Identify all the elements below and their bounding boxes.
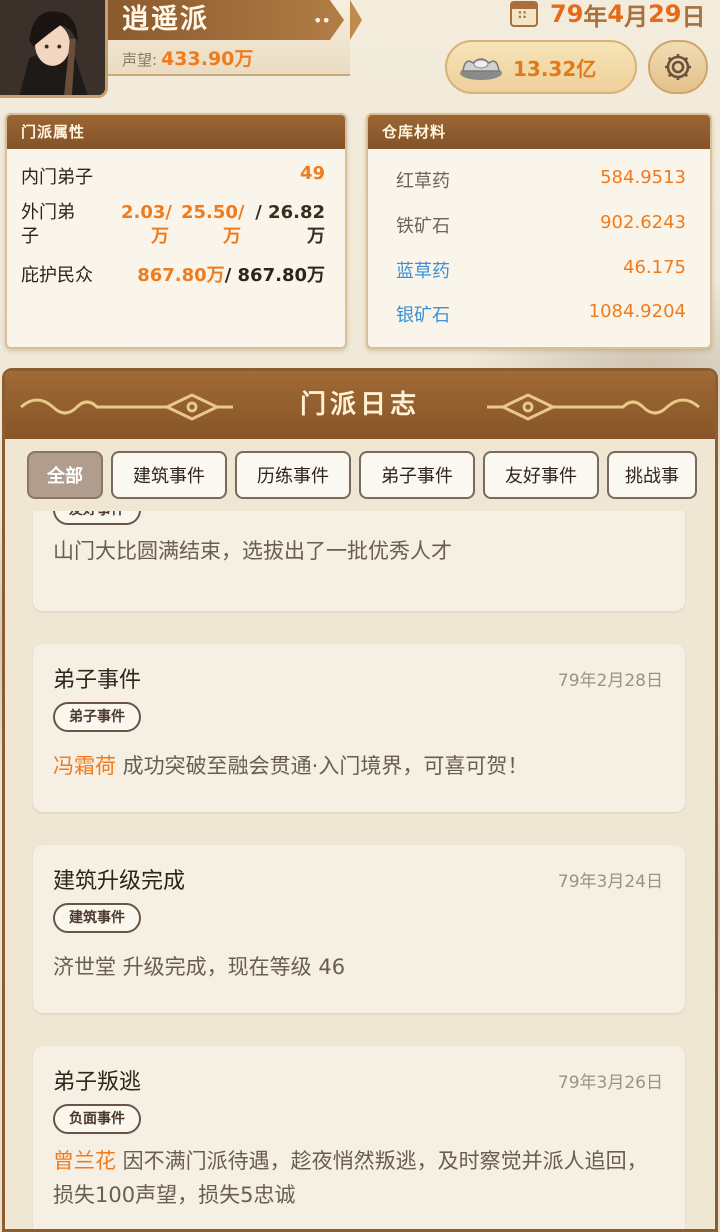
prestige: 声望: 433.90万 bbox=[122, 44, 253, 71]
material-row[interactable]: 蓝草药 46.175 bbox=[396, 257, 686, 283]
tab-friendly-events[interactable]: 友好事件 bbox=[483, 451, 599, 499]
tab-building-events[interactable]: 建筑事件 bbox=[111, 451, 227, 499]
protected-people-values: 867.80万/ 867.80万 bbox=[137, 261, 325, 287]
journal-header: 门派日志 bbox=[5, 371, 715, 439]
inner-disciples-row: 内门弟子 49 bbox=[21, 163, 325, 189]
date-month: 4 bbox=[607, 0, 625, 28]
prestige-label: 声望: bbox=[122, 51, 158, 69]
material-row[interactable]: 铁矿石 902.6243 bbox=[396, 212, 686, 238]
event-badge: 弟子事件 bbox=[53, 702, 141, 732]
journal-entry[interactable]: 弟子事件 79年2月28日 弟子事件 冯霜荷 成功突破至融会贯通·入门境界，可喜… bbox=[33, 644, 685, 812]
calendar-icon[interactable] bbox=[510, 1, 538, 27]
entry-text-body: 因不满门派待遇，趁夜悄然叛逃，及时察觉并派人追回，损失100声望，损失5忠诚 bbox=[53, 1149, 648, 1207]
outer-value-cap: 25.50/万 bbox=[181, 202, 245, 247]
outer-value-current: 2.03/万 bbox=[121, 202, 172, 247]
entry-date: 79年2月28日 bbox=[557, 671, 663, 691]
material-value: 1084.9204 bbox=[588, 301, 686, 322]
tab-challenge-events[interactable]: 挑战事 bbox=[607, 451, 697, 499]
inner-disciples-label: 内门弟子 bbox=[21, 167, 93, 188]
protected-people-value: 867.80万 bbox=[137, 265, 225, 286]
entry-title: 弟子事件 bbox=[53, 668, 142, 693]
disciple-name[interactable]: 曾兰花 bbox=[53, 1149, 116, 1173]
tab-disciple-events[interactable]: 弟子事件 bbox=[359, 451, 475, 499]
material-name: 红草药 bbox=[396, 171, 450, 192]
sect-attributes-panel: 门派属性 内门弟子 49 外门弟子 2.03/万 25.50/万 / 26.82… bbox=[5, 113, 347, 349]
cloud-ornament-icon bbox=[20, 393, 233, 421]
protected-people-row: 庇护民众 867.80万/ 867.80万 bbox=[21, 261, 325, 287]
entry-text: 济世堂 升级完成，现在等级 46 bbox=[53, 955, 346, 979]
date-month-unit: 月 bbox=[624, 2, 649, 31]
material-row[interactable]: 红草药 584.9513 bbox=[396, 167, 686, 193]
outer-disciples-values: 2.03/万 25.50/万 / 26.82万 bbox=[121, 201, 325, 249]
cloud-ornament-icon bbox=[487, 393, 700, 421]
event-badge: 友好事件 bbox=[53, 511, 141, 525]
material-value: 584.9513 bbox=[600, 167, 686, 188]
prestige-value: 433.90万 bbox=[161, 48, 254, 70]
material-row[interactable]: 银矿石 1084.9204 bbox=[396, 301, 686, 327]
silver-value: 13.32亿 bbox=[513, 56, 597, 81]
inner-disciples-value: 49 bbox=[299, 163, 325, 184]
tab-all[interactable]: 全部 bbox=[27, 451, 103, 499]
material-name: 银矿石 bbox=[396, 305, 450, 326]
journal-entry[interactable]: 友好事件 山门大比圆满结束，选拔出了一批优秀人才 bbox=[33, 511, 685, 611]
material-value: 902.6243 bbox=[600, 212, 686, 233]
sect-name: 逍遥派 bbox=[122, 4, 209, 35]
date-day-unit: 日 bbox=[681, 2, 706, 31]
gear-icon bbox=[665, 54, 691, 80]
journal-entry[interactable]: 弟子叛逃 79年3月26日 负面事件 曾兰花 因不满门派待遇，趁夜悄然叛逃，及时… bbox=[33, 1046, 685, 1229]
settings-button[interactable] bbox=[648, 40, 708, 94]
material-value: 46.175 bbox=[623, 257, 686, 278]
entry-text: 曾兰花 因不满门派待遇，趁夜悄然叛逃，及时察觉并派人追回，损失100声望，损失5… bbox=[53, 1144, 665, 1212]
sect-journal-panel: 门派日志 全部 建筑事件 历练事件 弟子事件 友好事件 挑战事 友好事件 山门大… bbox=[2, 368, 718, 1232]
entry-title: 建筑升级完成 bbox=[53, 869, 186, 894]
disciple-name[interactable]: 冯霜荷 bbox=[53, 754, 116, 778]
warehouse-materials-panel: 仓库材料 红草药 584.9513 铁矿石 902.6243 蓝草药 46.17… bbox=[366, 113, 712, 349]
panel-title: 仓库材料 bbox=[368, 115, 710, 149]
journal-filter-tabs: 全部 建筑事件 历练事件 弟子事件 友好事件 挑战事 bbox=[27, 451, 697, 501]
avatar[interactable] bbox=[0, 0, 108, 98]
date-year: 79 bbox=[550, 0, 584, 28]
entry-date: 79年3月26日 bbox=[557, 1073, 663, 1093]
more-dots-icon[interactable]: •• bbox=[313, 11, 331, 30]
date-year-unit: 年 bbox=[583, 2, 608, 31]
silver-currency[interactable]: 13.32亿 bbox=[445, 40, 637, 94]
disciple-portrait-icon bbox=[0, 0, 105, 95]
outer-disciples-label: 外门弟子 bbox=[21, 202, 75, 247]
material-name: 蓝草药 bbox=[396, 261, 450, 282]
game-date: 79年4月29日 bbox=[510, 0, 706, 31]
event-badge: 建筑事件 bbox=[53, 903, 141, 933]
material-name: 铁矿石 bbox=[396, 216, 450, 237]
entry-text: 山门大比圆满结束，选拔出了一批优秀人才 bbox=[53, 539, 452, 563]
journal-entry[interactable]: 建筑升级完成 79年3月24日 建筑事件 济世堂 升级完成，现在等级 46 bbox=[33, 845, 685, 1013]
protected-people-label: 庇护民众 bbox=[21, 265, 93, 286]
outer-disciples-row: 外门弟子 2.03/万 25.50/万 / 26.82万 bbox=[21, 201, 325, 253]
journal-entry-list[interactable]: 友好事件 山门大比圆满结束，选拔出了一批优秀人才 弟子事件 79年2月28日 弟… bbox=[30, 511, 686, 1229]
protected-people-total: / 867.80万 bbox=[224, 265, 325, 286]
entry-date: 79年3月24日 bbox=[557, 872, 663, 892]
silver-ingot-icon bbox=[459, 53, 503, 81]
entry-text-body: 成功突破至融会贯通·入门境界，可喜可贺！ bbox=[116, 754, 529, 778]
event-badge: 负面事件 bbox=[53, 1104, 141, 1134]
entry-title: 弟子叛逃 bbox=[53, 1070, 142, 1095]
panel-title: 门派属性 bbox=[7, 115, 345, 149]
outer-value-max: / 26.82万 bbox=[255, 202, 325, 247]
entry-text: 冯霜荷 成功突破至融会贯通·入门境界，可喜可贺！ bbox=[53, 749, 665, 783]
date-day: 29 bbox=[648, 0, 682, 28]
tab-training-events[interactable]: 历练事件 bbox=[235, 451, 351, 499]
